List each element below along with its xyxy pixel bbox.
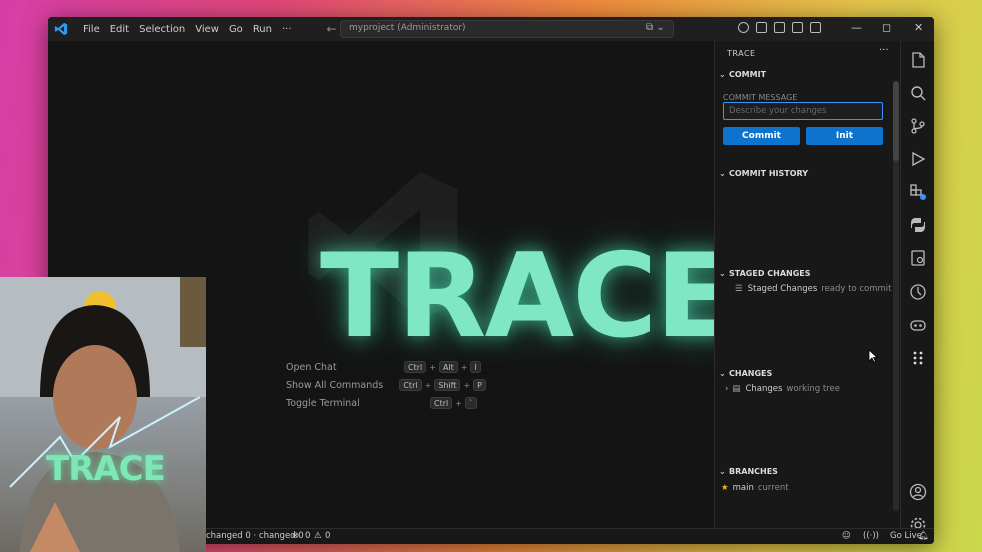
copilot-icon[interactable] (909, 316, 927, 334)
section-label: STAGED CHANGES (729, 269, 811, 278)
section-commit[interactable]: ⌄ COMMIT (719, 70, 766, 79)
explorer-icon[interactable] (909, 51, 927, 69)
key-cap: Ctrl (404, 361, 427, 373)
shortcut-hints: Open Chat Ctrl + Alt + I Show All Commands… (286, 358, 486, 412)
key-cap: I (470, 361, 481, 373)
item-detail: current (757, 483, 789, 493)
toggle-primary-sidebar-icon[interactable] (774, 22, 785, 33)
shortcut-label: Open Chat (286, 361, 337, 373)
section-staged-changes[interactable]: ⌄ STAGED CHANGES (719, 269, 811, 278)
section-label: CHANGES (729, 369, 773, 378)
scrollbar-thumb[interactable] (893, 81, 899, 161)
timeline-icon[interactable] (909, 283, 927, 301)
list-icon: ☰ (735, 284, 743, 294)
toggle-panel-icon[interactable] (792, 22, 803, 33)
chevron-down-icon: ⌄ (719, 70, 726, 79)
warning-count[interactable]: 0 (325, 531, 330, 541)
item-label: Staged Changes (747, 284, 818, 294)
item-label: main (732, 483, 754, 493)
key-cap: Alt (438, 361, 458, 373)
customize-layout-icon[interactable] (756, 22, 767, 33)
command-center-search[interactable]: myproject (Administrator) (340, 20, 674, 38)
commit-message-label: COMMIT MESSAGE (723, 93, 798, 102)
section-label: COMMIT HISTORY (729, 169, 809, 178)
section-commit-history[interactable]: ⌄ COMMIT HISTORY (719, 169, 808, 178)
webcam-brand-title: TRACE (46, 449, 166, 489)
mouse-cursor-icon (868, 349, 878, 363)
copilot-status-icon[interactable]: ☺ (842, 531, 851, 541)
item-detail: working tree (786, 384, 840, 394)
chevron-down-icon: ⌄ (719, 269, 726, 278)
changes-item[interactable]: › ▤ Changes working tree (725, 384, 840, 394)
menu-edit[interactable]: Edit (105, 24, 134, 35)
chevron-down-icon: ⌄ (719, 169, 726, 178)
copilot-chat-icon[interactable]: ⧉ ⌄ (646, 22, 665, 33)
key-cap: Shift (434, 379, 461, 391)
key-cap: Ctrl (399, 379, 422, 391)
section-branches[interactable]: ⌄ BRANCHES (719, 467, 778, 476)
section-changes[interactable]: ⌄ CHANGES (719, 369, 772, 378)
key-cap: Ctrl (430, 397, 453, 409)
chevron-down-icon: ⌄ (719, 467, 726, 476)
panel-title: TRACE (727, 49, 756, 58)
remote-explorer-icon[interactable] (909, 249, 927, 267)
close-icon[interactable]: ✕ (914, 21, 923, 34)
error-icon[interactable]: ⊗ (292, 531, 299, 541)
changes-status[interactable]: changed 0 · changed 0 (206, 531, 304, 541)
minimize-icon[interactable]: — (851, 21, 862, 34)
star-icon: ★ (721, 483, 729, 493)
brand-title: TRACE (320, 229, 735, 364)
webcam-overlay: TRACE (0, 277, 206, 552)
source-control-icon[interactable] (909, 117, 927, 135)
commit-button[interactable]: Commit (723, 127, 800, 145)
shortcut-open-chat: Open Chat Ctrl + Alt + I (286, 358, 486, 376)
commit-message-input[interactable] (723, 102, 883, 120)
warning-icon[interactable]: ⚠ (314, 531, 322, 541)
extensions-icon[interactable] (909, 183, 927, 201)
item-label: Changes (745, 384, 783, 394)
menu-view[interactable]: View (190, 24, 224, 35)
item-detail: ready to commit (821, 284, 892, 294)
python-icon[interactable] (909, 216, 927, 234)
menu-file[interactable]: File (78, 24, 105, 35)
menu-more[interactable]: ··· (277, 24, 297, 35)
search-icon[interactable] (909, 84, 927, 102)
key-cap: ` (464, 397, 477, 409)
run-debug-icon[interactable] (909, 150, 927, 168)
toggle-secondary-sidebar-icon[interactable] (810, 22, 821, 33)
bell-icon[interactable]: 🔔︎ (918, 531, 929, 541)
presenter-image (0, 277, 206, 552)
menu-selection[interactable]: Selection (134, 24, 190, 35)
broadcast-icon[interactable]: ((·)) (863, 531, 879, 541)
title-bar: File Edit Selection View Go Run ··· ← → … (48, 17, 934, 41)
section-label: COMMIT (729, 70, 767, 79)
init-button[interactable]: Init (806, 127, 883, 145)
layout-controls (738, 22, 821, 33)
menu-run[interactable]: Run (248, 24, 277, 35)
restore-icon[interactable]: ◻ (882, 21, 891, 34)
key-cap: P (473, 379, 486, 391)
accounts-theme-icon[interactable] (738, 22, 749, 33)
staged-changes-item[interactable]: ☰ Staged Changes ready to commit (735, 284, 892, 294)
account-icon[interactable] (909, 483, 927, 501)
folder-icon: ▤ (732, 384, 741, 394)
shortcut-toggle-terminal: Toggle Terminal Ctrl + ` (286, 394, 486, 412)
section-label: BRANCHES (729, 467, 778, 476)
chevron-right-icon: › (725, 384, 729, 394)
chevron-down-icon: ⌄ (719, 369, 726, 378)
shortcut-label: Show All Commands (286, 379, 384, 391)
vscode-logo-icon (54, 22, 68, 36)
menu-go[interactable]: Go (224, 24, 248, 35)
branch-item[interactable]: ★ main current (721, 483, 789, 493)
trace-view-icon[interactable] (909, 349, 927, 367)
more-actions-icon[interactable]: ··· (879, 45, 889, 56)
activity-bar (900, 41, 934, 533)
shortcut-label: Toggle Terminal (286, 397, 360, 409)
error-count[interactable]: 0 (305, 531, 310, 541)
trace-panel: TRACE ··· ⌄ COMMIT COMMIT MESSAGE Commit… (714, 41, 900, 528)
shortcut-show-all-commands: Show All Commands Ctrl + Shift + P (286, 376, 486, 394)
